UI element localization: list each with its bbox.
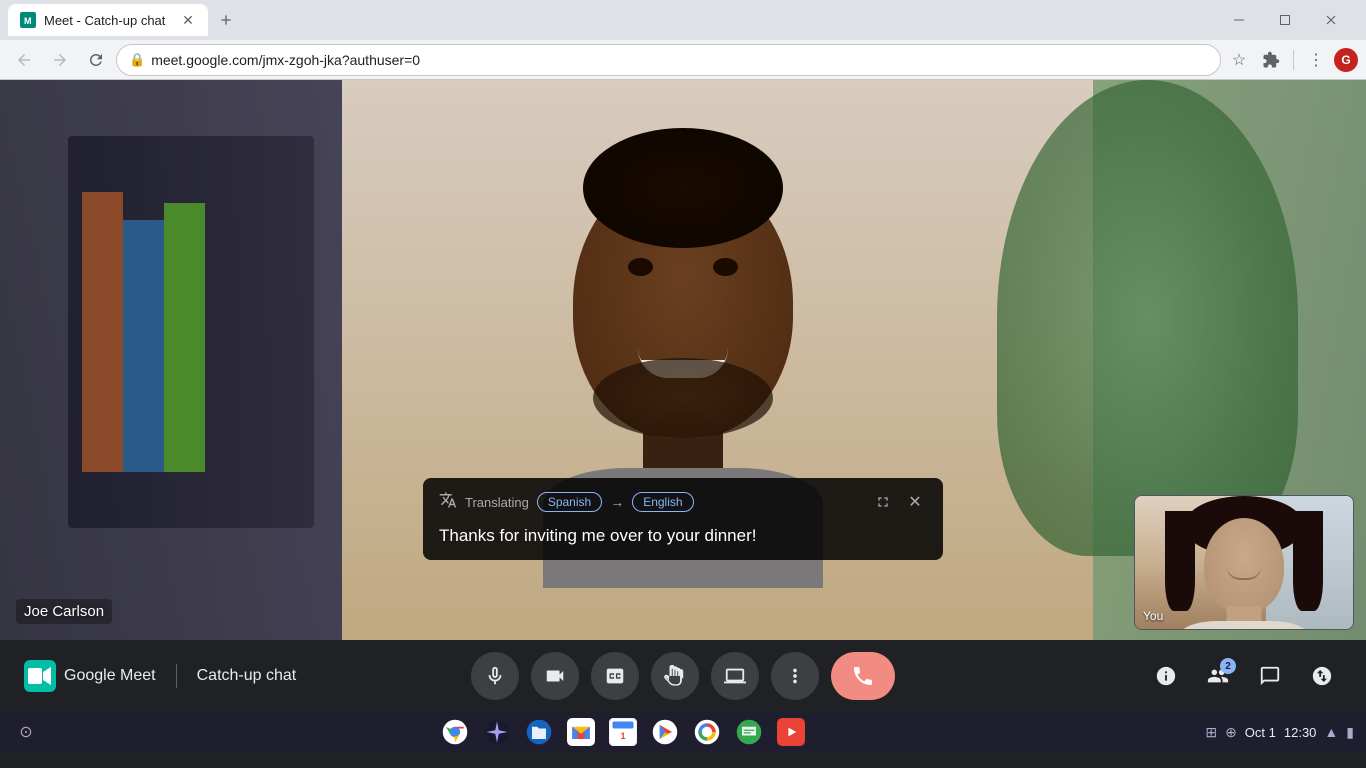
right-controls: 2 xyxy=(1146,656,1342,696)
battery-icon: ▮ xyxy=(1346,724,1354,741)
taskbar-left: ⊙ xyxy=(12,718,40,746)
meet-control-bar: Google Meet Catch-up chat xyxy=(0,640,1366,712)
extensions-button[interactable] xyxy=(1257,46,1285,74)
address-bar[interactable]: 🔒 meet.google.com/jmx-zgoh-jka?authuser=… xyxy=(116,44,1221,76)
meet-video-area: Joe Carlson Translating Spanish → Englis… xyxy=(0,80,1366,640)
taskbar-gmail-icon[interactable] xyxy=(565,716,597,748)
tab-title: Meet - Catch-up chat xyxy=(44,13,172,28)
taskbar-time: 12:30 xyxy=(1284,725,1317,740)
camera-button[interactable] xyxy=(531,652,579,700)
self-view-thumbnail: You xyxy=(1134,495,1354,630)
taskbar-chrome-icon[interactable] xyxy=(439,716,471,748)
activities-button[interactable] xyxy=(1302,656,1342,696)
microphone-button[interactable] xyxy=(471,652,519,700)
taskbar-system-icon[interactable]: ⊙ xyxy=(12,718,40,746)
translating-label: Translating xyxy=(465,495,529,510)
caption-text: Thanks for inviting me over to your dinn… xyxy=(439,524,927,548)
new-tab-button[interactable] xyxy=(212,6,240,34)
taskbar-gemini-icon[interactable] xyxy=(481,716,513,748)
google-meet-brand: Google Meet xyxy=(64,667,156,685)
meeting-name: Catch-up chat xyxy=(197,667,297,685)
notification-icon: ⊕ xyxy=(1225,724,1237,741)
meet-branding: Google Meet Catch-up chat xyxy=(24,660,296,692)
chat-button[interactable] xyxy=(1250,656,1290,696)
tab-bar: M Meet - Catch-up chat ✕ xyxy=(8,0,1358,40)
captions-button[interactable] xyxy=(591,652,639,700)
tab-close-button[interactable]: ✕ xyxy=(180,12,196,28)
close-caption-button[interactable]: ✕ xyxy=(903,490,927,514)
taskbar-date: Oct 1 xyxy=(1245,725,1276,740)
raise-hand-button[interactable] xyxy=(651,652,699,700)
caption-overlay: Translating Spanish → English ✕ Thanks f… xyxy=(423,478,943,560)
svg-text:1: 1 xyxy=(620,731,625,741)
people-count-badge: 2 xyxy=(1220,658,1236,674)
tab-favicon: M xyxy=(20,12,36,28)
translate-icon xyxy=(439,491,457,514)
taskbar-right: ⊞ ⊕ Oct 1 12:30 ▲ ▮ xyxy=(1205,724,1354,741)
svg-text:M: M xyxy=(24,16,32,26)
taskbar-apps: 1 xyxy=(48,716,1197,748)
more-options-button[interactable] xyxy=(771,652,819,700)
window-controls xyxy=(1216,4,1354,36)
screen-icon: ⊞ xyxy=(1205,724,1217,741)
self-view-label: You xyxy=(1143,609,1163,623)
taskbar-youtube-icon[interactable] xyxy=(775,716,807,748)
meeting-controls xyxy=(471,652,895,700)
google-meet-logo xyxy=(24,660,56,692)
taskbar-messages-icon[interactable] xyxy=(733,716,765,748)
translation-arrow: → xyxy=(610,494,624,510)
expand-caption-button[interactable] xyxy=(871,490,895,514)
navigation-bar: 🔒 meet.google.com/jmx-zgoh-jka?authuser=… xyxy=(0,40,1366,80)
active-tab[interactable]: M Meet - Catch-up chat ✕ xyxy=(8,4,208,36)
target-language-badge: English xyxy=(632,492,693,512)
participant-name-label: Joe Carlson xyxy=(16,599,112,624)
wifi-icon: ▲ xyxy=(1324,724,1338,740)
taskbar-files-icon[interactable] xyxy=(523,716,555,748)
forward-button[interactable] xyxy=(44,44,76,76)
security-icon: 🔒 xyxy=(129,52,145,68)
back-button[interactable] xyxy=(8,44,40,76)
minimize-button[interactable] xyxy=(1216,4,1262,36)
nav-action-buttons: ☆ ⋮ G xyxy=(1225,46,1358,74)
close-button[interactable] xyxy=(1308,4,1354,36)
browser-title-bar: M Meet - Catch-up chat ✕ xyxy=(0,0,1366,40)
bookmark-button[interactable]: ☆ xyxy=(1225,46,1253,74)
reload-button[interactable] xyxy=(80,44,112,76)
source-language-badge: Spanish xyxy=(537,492,602,512)
maximize-button[interactable] xyxy=(1262,4,1308,36)
meeting-info-button[interactable] xyxy=(1146,656,1186,696)
caption-header: Translating Spanish → English ✕ xyxy=(439,490,927,514)
self-video-feed xyxy=(1135,496,1353,629)
taskbar-photos-icon[interactable] xyxy=(691,716,723,748)
people-button[interactable]: 2 xyxy=(1198,656,1238,696)
menu-button[interactable]: ⋮ xyxy=(1302,46,1330,74)
url-display: meet.google.com/jmx-zgoh-jka?authuser=0 xyxy=(151,52,1208,68)
taskbar-calendar-icon[interactable]: 1 xyxy=(607,716,639,748)
profile-avatar[interactable]: G xyxy=(1334,48,1358,72)
taskbar-play-store-icon[interactable] xyxy=(649,716,681,748)
system-taskbar: ⊙ xyxy=(0,712,1366,752)
present-button[interactable] xyxy=(711,652,759,700)
end-call-button[interactable] xyxy=(831,652,895,700)
brand-divider xyxy=(176,664,177,688)
